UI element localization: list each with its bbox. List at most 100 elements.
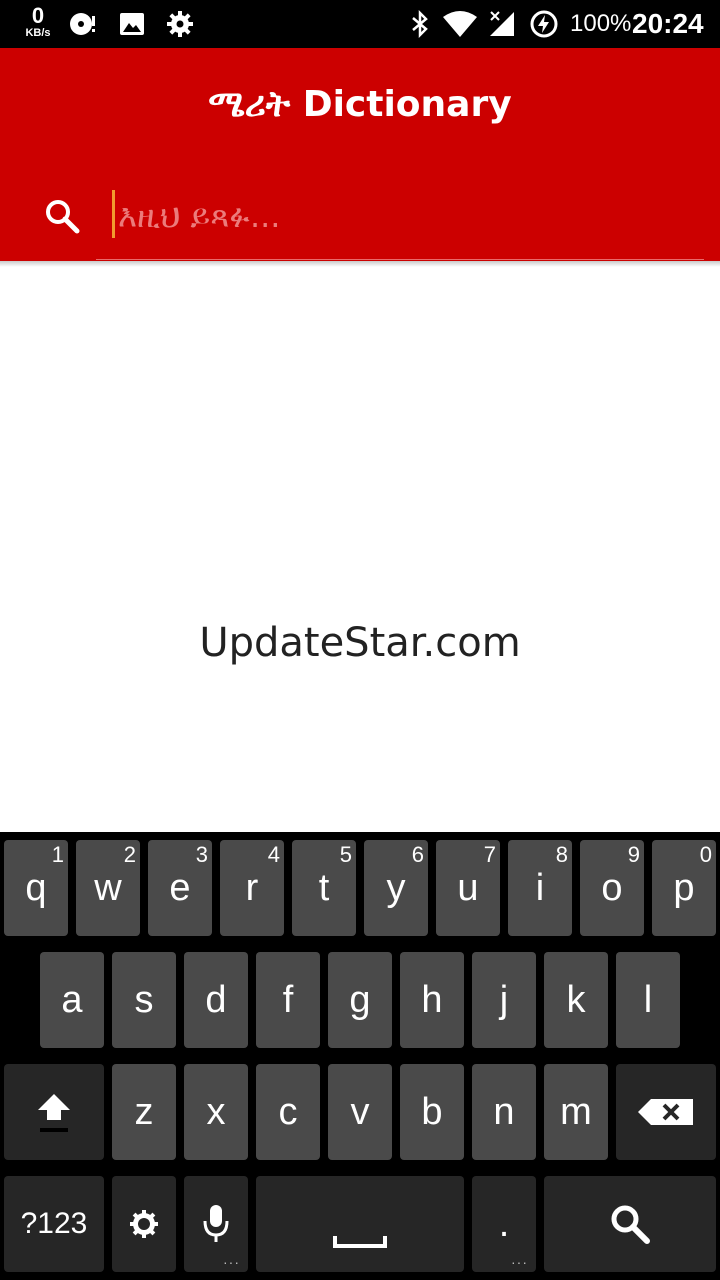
key-h[interactable]: h xyxy=(400,952,464,1048)
key-t[interactable]: t5 xyxy=(292,840,356,936)
key-hint: 0 xyxy=(699,842,712,867)
key-q[interactable]: q1 xyxy=(4,840,68,936)
shift-icon xyxy=(38,1094,70,1132)
key-label: n xyxy=(493,1090,515,1133)
network-speed-value: 0 xyxy=(31,3,45,28)
backspace-key[interactable] xyxy=(616,1064,716,1160)
settings-icon xyxy=(130,1210,158,1238)
app-bar-shadow xyxy=(0,261,720,267)
key-label: w xyxy=(94,866,122,909)
key-r[interactable]: r4 xyxy=(220,840,284,936)
key-b[interactable]: b xyxy=(400,1064,464,1160)
key-d[interactable]: d xyxy=(184,952,248,1048)
key-v[interactable]: v xyxy=(328,1064,392,1160)
watermark-text: UpdateStar.com xyxy=(199,620,521,666)
gear-icon xyxy=(167,11,193,37)
key-hint: 6 xyxy=(411,842,424,867)
key-label: f xyxy=(282,978,294,1021)
key-k[interactable]: k xyxy=(544,952,608,1048)
backspace-icon xyxy=(638,1099,693,1125)
key-hint: 7 xyxy=(483,842,496,867)
search-icon xyxy=(611,1205,650,1244)
network-speed-unit: KB/s xyxy=(25,27,51,39)
key-label: y xyxy=(386,866,406,909)
key-a[interactable]: a xyxy=(40,952,104,1048)
cellular-signal-icon xyxy=(490,11,514,36)
key-x[interactable]: x xyxy=(184,1064,248,1160)
battery-charging-icon xyxy=(530,10,558,38)
key-label: u xyxy=(457,866,479,909)
symbols-key[interactable]: ?123 xyxy=(4,1176,104,1272)
status-bar: 0 KB/s 100% 20:24 xyxy=(0,0,720,48)
key-l[interactable]: l xyxy=(616,952,680,1048)
key-label: j xyxy=(499,978,509,1021)
key-label: d xyxy=(205,978,227,1021)
key-label: m xyxy=(560,1090,592,1133)
key-i[interactable]: i8 xyxy=(508,840,572,936)
key-s[interactable]: s xyxy=(112,952,176,1048)
symbols-key-label: ?123 xyxy=(20,1207,88,1240)
key-label: e xyxy=(169,866,191,909)
mic-icon xyxy=(203,1205,229,1242)
key-label: s xyxy=(134,978,154,1021)
key-n[interactable]: n xyxy=(472,1064,536,1160)
key-label: v xyxy=(350,1090,370,1133)
key-z[interactable]: z xyxy=(112,1064,176,1160)
key-hint: 5 xyxy=(339,842,352,867)
key-w[interactable]: w2 xyxy=(76,840,140,936)
wifi-icon xyxy=(443,11,477,37)
key-j[interactable]: j xyxy=(472,952,536,1048)
shift-key[interactable] xyxy=(4,1064,104,1160)
battery-percent: 100% xyxy=(570,10,632,37)
period-key[interactable]: . ··· xyxy=(472,1176,536,1272)
search-input[interactable] xyxy=(112,186,672,246)
text-cursor xyxy=(112,190,115,238)
network-speed: 0 KB/s xyxy=(18,5,58,39)
settings-key[interactable] xyxy=(112,1176,176,1272)
app-title: ሜሪት Dictionary xyxy=(208,84,512,125)
key-y[interactable]: y6 xyxy=(364,840,428,936)
key-hint: 9 xyxy=(627,842,640,867)
key-hint: 3 xyxy=(195,842,208,867)
key-label: b xyxy=(421,1090,443,1133)
more-options-dots: ··· xyxy=(511,1254,528,1270)
key-u[interactable]: u7 xyxy=(436,840,500,936)
key-f[interactable]: f xyxy=(256,952,320,1048)
app-bar: ሜሪት Dictionary xyxy=(0,48,720,261)
space-key[interactable] xyxy=(256,1176,464,1272)
bluetooth-icon xyxy=(412,10,428,38)
soft-keyboard: q1 w2 e3 r4 t5 y6 u7 i8 o9 p0 a s d f g … xyxy=(0,832,720,1280)
key-label: a xyxy=(61,978,83,1021)
key-e[interactable]: e3 xyxy=(148,840,212,936)
search-field[interactable] xyxy=(96,178,704,260)
key-label: q xyxy=(25,866,47,909)
key-label: i xyxy=(535,866,545,909)
clock-time: 20:24 xyxy=(632,8,704,39)
key-label: k xyxy=(566,978,586,1021)
key-label: r xyxy=(245,866,259,909)
key-label: h xyxy=(421,978,443,1021)
space-icon xyxy=(333,1236,387,1248)
period-key-label: . xyxy=(498,1202,510,1245)
key-label: g xyxy=(349,978,371,1021)
key-p[interactable]: p0 xyxy=(652,840,716,936)
key-label: o xyxy=(601,866,623,909)
key-hint: 2 xyxy=(123,842,136,867)
music-disc-icon xyxy=(70,13,95,35)
key-label: p xyxy=(673,866,695,909)
key-label: c xyxy=(278,1090,298,1133)
key-g[interactable]: g xyxy=(328,952,392,1048)
key-hint: 4 xyxy=(267,842,280,867)
more-options-dots: ··· xyxy=(223,1254,240,1270)
image-icon xyxy=(120,13,144,35)
search-action-key[interactable] xyxy=(544,1176,716,1272)
key-c[interactable]: c xyxy=(256,1064,320,1160)
key-hint: 1 xyxy=(51,842,64,867)
key-label: z xyxy=(134,1090,154,1133)
key-label: x xyxy=(206,1090,226,1133)
key-o[interactable]: o9 xyxy=(580,840,644,936)
voice-input-key[interactable]: ··· xyxy=(184,1176,248,1272)
search-icon[interactable] xyxy=(42,196,82,236)
key-label: t xyxy=(318,866,330,909)
key-m[interactable]: m xyxy=(544,1064,608,1160)
